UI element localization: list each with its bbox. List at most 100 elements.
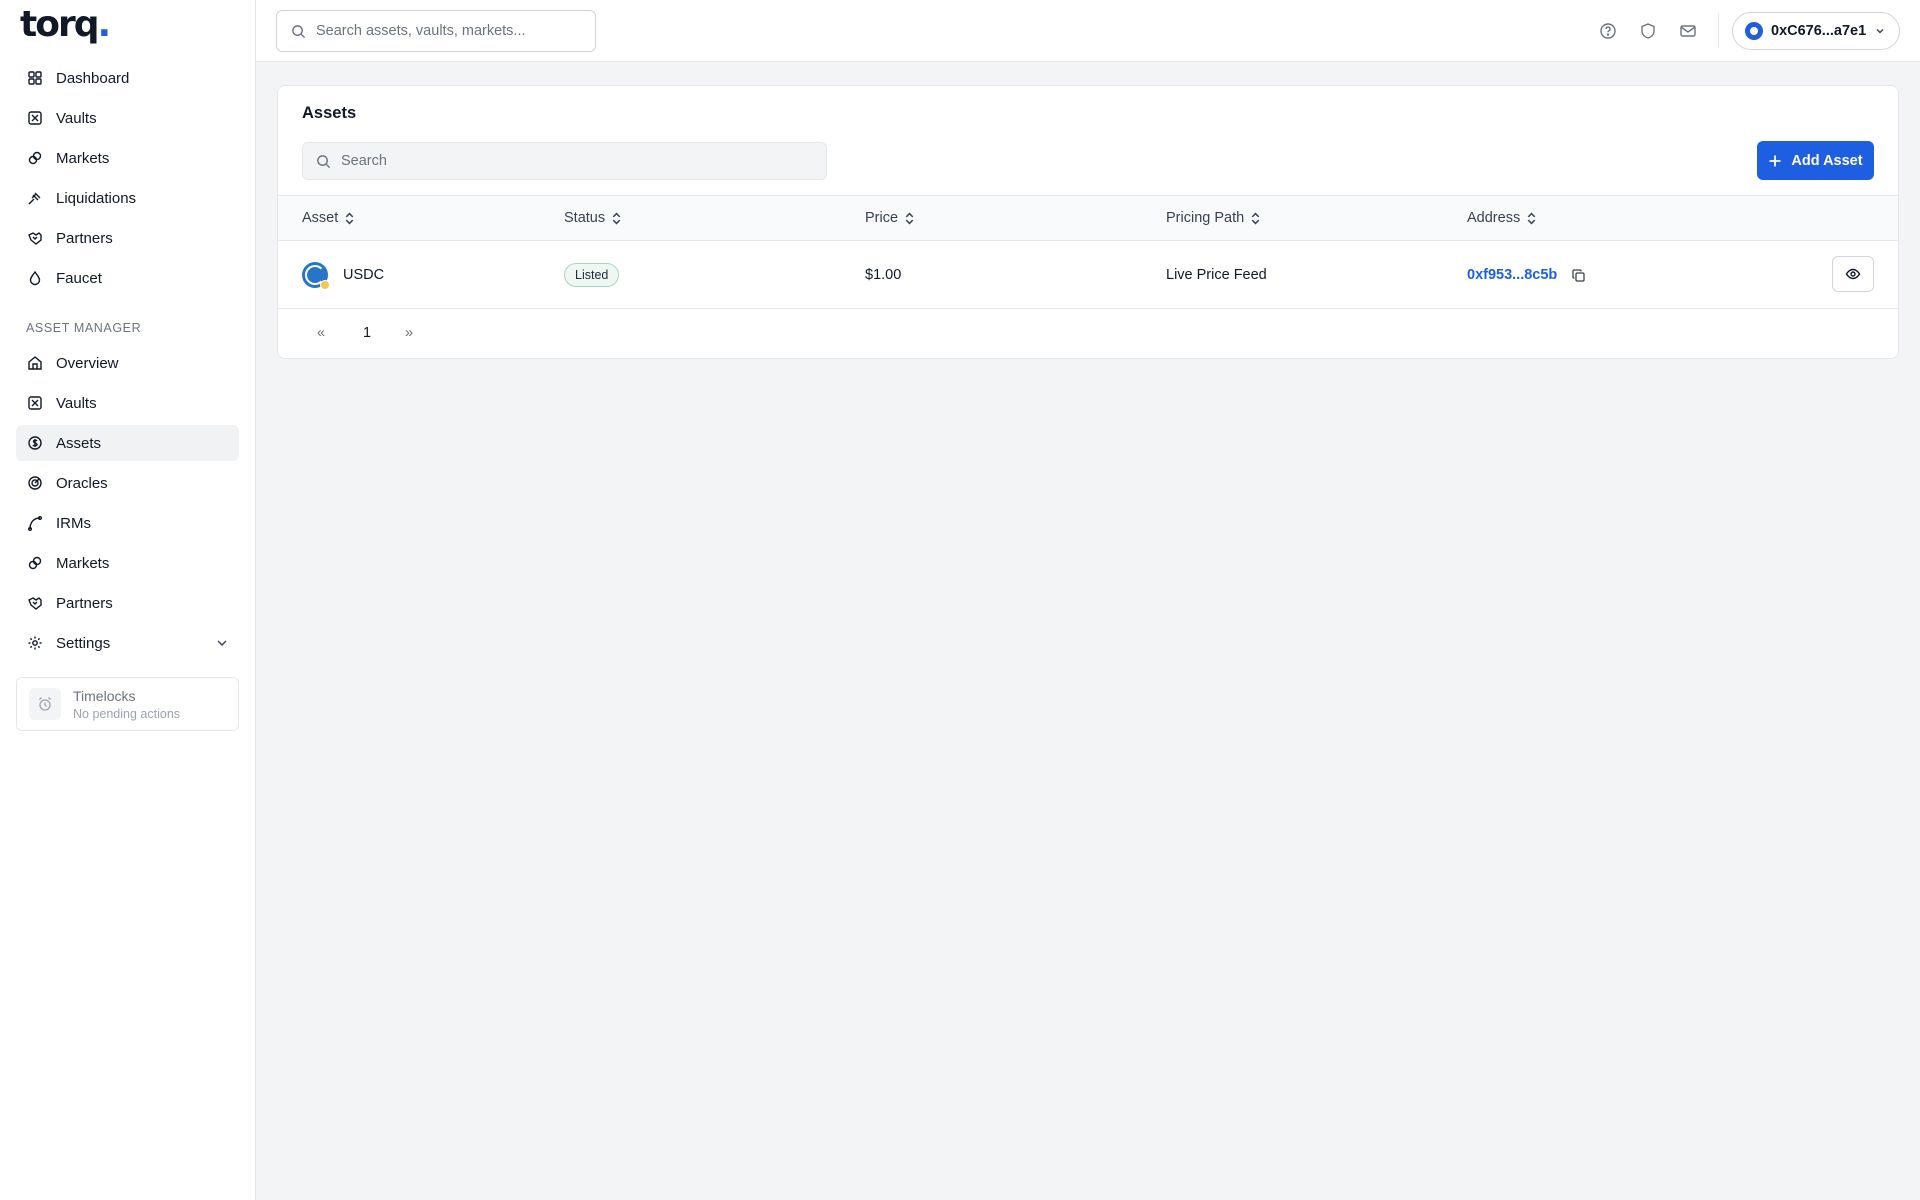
wallet-avatar-icon — [1745, 22, 1763, 40]
sidebar-item-liquidations[interactable]: Liquidations — [16, 180, 239, 216]
address-cell: 0xf953...8c5b — [1467, 241, 1586, 309]
sidebar-item-label: Dashboard — [56, 69, 130, 87]
column-label: Price — [865, 210, 899, 226]
next-page-button[interactable]: » — [405, 325, 413, 341]
sidebar-item-am-partners[interactable]: Partners — [16, 585, 239, 621]
handshake-icon — [27, 595, 43, 611]
column-label: Status — [564, 210, 606, 226]
mail-icon[interactable] — [1679, 22, 1697, 40]
sidebar-item-am-markets[interactable]: Markets — [16, 545, 239, 581]
timelocks-panel[interactable]: Timelocks No pending actions — [16, 677, 239, 731]
column-header-address[interactable]: Address — [1467, 210, 1538, 226]
sort-icon — [905, 212, 914, 224]
radar-icon — [27, 475, 43, 491]
droplet-icon — [27, 270, 43, 286]
view-asset-button[interactable] — [1832, 256, 1874, 292]
page-number-button[interactable]: 1 — [363, 325, 371, 341]
sidebar-item-dashboard[interactable]: Dashboard — [16, 60, 239, 96]
link-icon — [27, 150, 43, 166]
wallet-button[interactable]: 0xC676...a7e1 — [1732, 12, 1900, 50]
chevron-down-icon — [1874, 25, 1886, 37]
sidebar-item-label: Assets — [56, 434, 102, 452]
sidebar-item-irms[interactable]: IRMs — [16, 505, 239, 541]
sort-icon — [1251, 212, 1260, 224]
search-icon — [317, 154, 331, 168]
section-label-asset-manager: ASSET MANAGER — [26, 321, 142, 335]
global-search-input[interactable] — [316, 23, 576, 39]
home-icon — [27, 355, 43, 371]
page-title: Assets — [302, 104, 357, 122]
gear-icon — [27, 635, 43, 651]
address-link[interactable]: 0xf953...8c5b — [1467, 267, 1557, 283]
topbar: 0xC676...a7e1 — [256, 0, 1920, 62]
table-row[interactable]: USDC Listed $1.00 Live Price Feed 0xf953… — [278, 241, 1898, 309]
prev-page-button[interactable]: « — [317, 325, 325, 341]
search-icon — [292, 24, 306, 38]
brand-logo[interactable]: torq. — [20, 4, 111, 45]
pricing-path-cell: Live Price Feed — [1166, 267, 1267, 283]
price-cell: $1.00 — [865, 267, 902, 283]
alarm-clock-icon — [29, 688, 61, 720]
sidebar-item-label: Overview — [56, 354, 119, 372]
sidebar-item-label: Liquidations — [56, 189, 137, 207]
sort-icon — [345, 212, 354, 224]
asset-manager-nav: Overview Vaults Assets Oracles IRMs Mark… — [16, 345, 239, 665]
sidebar-item-label: Vaults — [56, 109, 97, 127]
sidebar-item-assets[interactable]: Assets — [16, 425, 239, 461]
assets-search[interactable] — [302, 142, 827, 180]
handshake-icon — [27, 230, 43, 246]
chevron-down-icon — [215, 636, 229, 650]
sidebar-item-label: Faucet — [56, 269, 102, 287]
column-label: Address — [1467, 210, 1521, 226]
sidebar-item-label: Oracles — [56, 474, 108, 492]
sidebar-item-label: Settings — [56, 634, 111, 652]
global-search[interactable] — [276, 10, 596, 52]
column-header-asset[interactable]: Asset — [302, 210, 356, 226]
sidebar-item-am-vaults[interactable]: Vaults — [16, 385, 239, 421]
wallet-address: 0xC676...a7e1 — [1771, 23, 1867, 39]
column-header-price[interactable]: Price — [865, 210, 916, 226]
gavel-icon — [27, 190, 43, 206]
sidebar-item-label: Vaults — [56, 394, 97, 412]
add-asset-label: Add Asset — [1791, 152, 1863, 169]
timelocks-subtitle: No pending actions — [73, 706, 181, 721]
sidebar-item-overview[interactable]: Overview — [16, 345, 239, 381]
asset-name: USDC — [343, 267, 385, 283]
timelocks-title: Timelocks — [73, 687, 136, 704]
curve-icon — [27, 515, 43, 531]
sidebar-item-settings[interactable]: Settings — [16, 625, 239, 661]
sidebar-item-markets[interactable]: Markets — [16, 140, 239, 176]
assets-search-input[interactable] — [341, 153, 821, 169]
help-icon[interactable] — [1599, 22, 1617, 40]
column-label: Asset — [302, 210, 339, 226]
table-header: Asset Status Price Pricing Path Address — [278, 195, 1898, 241]
dollar-circle-icon — [27, 435, 43, 451]
sidebar-item-vaults[interactable]: Vaults — [16, 100, 239, 136]
vault-icon — [27, 110, 43, 126]
sidebar-item-faucet[interactable]: Faucet — [16, 260, 239, 296]
asset-cell: USDC — [302, 241, 384, 309]
sidebar-item-label: Partners — [56, 594, 113, 612]
sidebar-item-partners[interactable]: Partners — [16, 220, 239, 256]
sidebar-item-label: Markets — [56, 149, 110, 167]
usdc-token-icon — [302, 262, 330, 290]
column-header-status[interactable]: Status — [564, 210, 623, 226]
column-label: Pricing Path — [1166, 210, 1245, 226]
sidebar-item-label: IRMs — [56, 514, 91, 532]
status-cell: Listed — [564, 241, 620, 309]
column-header-pricing-path[interactable]: Pricing Path — [1166, 210, 1262, 226]
assets-card: Assets Add Asset Asset Status Price Pric… — [277, 85, 1899, 359]
sidebar-item-label: Markets — [56, 554, 110, 572]
shield-icon[interactable] — [1639, 22, 1657, 40]
sidebar-item-label: Partners — [56, 229, 113, 247]
sidebar-item-oracles[interactable]: Oracles — [16, 465, 239, 501]
pagination: « 1 » — [278, 309, 1898, 359]
link-icon — [27, 555, 43, 571]
grid-icon — [27, 70, 43, 86]
main-nav: Dashboard Vaults Markets Liquidations Pa… — [16, 60, 239, 300]
sidebar: torq. Dashboard Vaults Markets Liquidati… — [0, 0, 256, 1200]
copy-icon[interactable] — [1571, 268, 1586, 283]
topbar-divider — [1718, 14, 1719, 48]
add-asset-button[interactable]: Add Asset — [1757, 141, 1874, 180]
vault-icon — [27, 395, 43, 411]
